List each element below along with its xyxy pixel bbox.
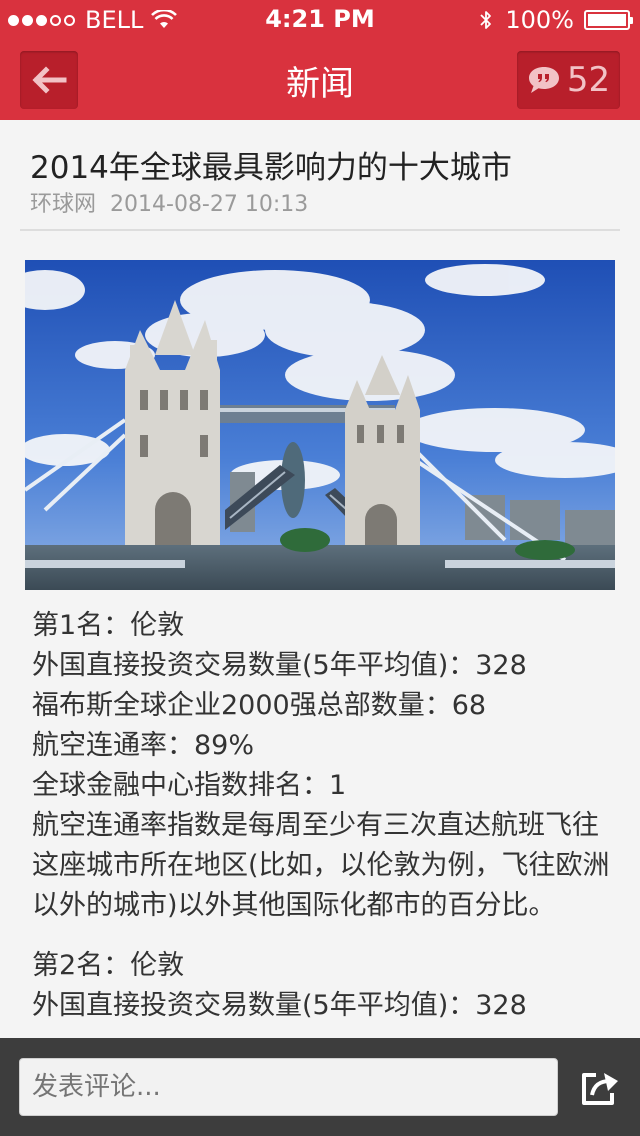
- paragraph: 外国直接投资交易数量(5年平均值)：328: [32, 990, 527, 1021]
- speech-bubble-icon: [528, 67, 559, 93]
- comment-count: 52: [566, 60, 611, 100]
- status-bar: BELL 4:21 PM 100%: [0, 0, 640, 40]
- comments-button[interactable]: 52: [517, 51, 620, 109]
- nav-bar: 新闻 52: [0, 40, 640, 120]
- battery-percent: 100%: [505, 6, 574, 34]
- article-date: 2014-08-27 10:13: [110, 192, 309, 217]
- paragraph: 航空连通率指数是每周至少有三次直达航班飞往这座城市所在地区(比如，以伦敦为例，飞…: [32, 810, 610, 921]
- bluetooth-icon: [480, 11, 492, 29]
- share-icon[interactable]: [578, 1067, 622, 1107]
- paragraph: 福布斯全球企业2000强总部数量：68: [32, 690, 487, 721]
- paragraph: 外国直接投资交易数量(5年平均值)：328: [32, 650, 527, 681]
- paragraph: 航空连通率：89%: [32, 730, 255, 761]
- article-meta: 环球网 2014-08-27 10:13: [30, 186, 308, 218]
- comment-input[interactable]: [19, 1058, 558, 1116]
- article-source: 环球网: [30, 192, 97, 217]
- paragraph: 第1名：伦敦: [32, 610, 185, 641]
- paragraph: 全球金融中心指数排名：1: [32, 770, 347, 801]
- tower-bridge-photo: [25, 260, 615, 590]
- status-right: 100%: [479, 6, 633, 34]
- bottom-toolbar: [0, 1038, 640, 1136]
- article-image: [25, 260, 615, 590]
- header: BELL 4:21 PM 100% 新闻 52: [0, 0, 640, 120]
- article-body: 第1名：伦敦 外国直接投资交易数量(5年平均值)：328 福布斯全球企业2000…: [32, 606, 622, 1026]
- divider: [20, 229, 620, 231]
- article-title: 2014年全球最具影响力的十大城市: [30, 150, 512, 186]
- battery-icon: [584, 10, 633, 30]
- paragraph: 第2名：伦敦: [32, 950, 185, 981]
